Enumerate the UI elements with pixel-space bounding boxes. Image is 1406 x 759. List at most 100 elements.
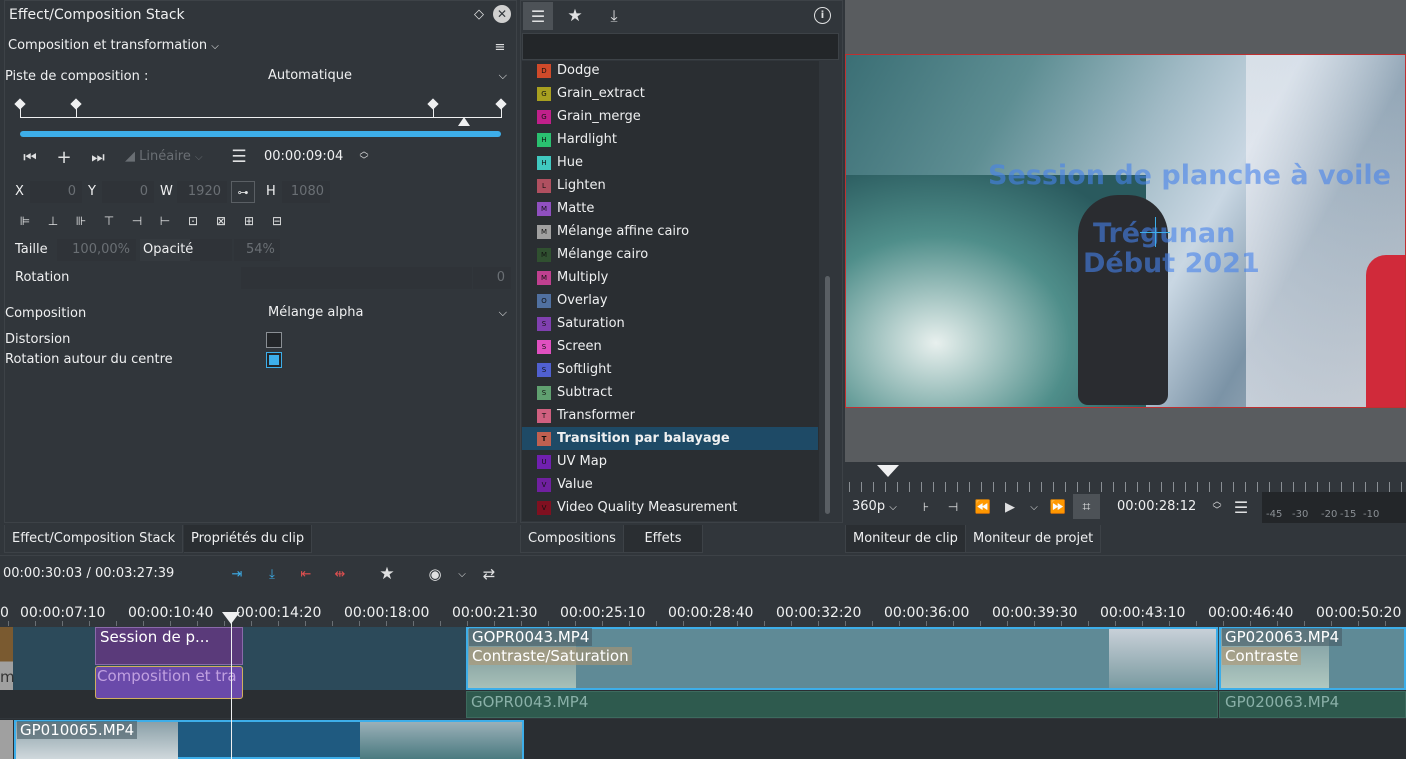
composition-list-item[interactable]: L Lighten: [522, 174, 818, 197]
list-view-icon[interactable]: ☰: [523, 2, 553, 30]
composition-badge-icon: T: [537, 432, 551, 446]
download-icon[interactable]: ⤓: [602, 4, 626, 28]
link-icon[interactable]: ⊶: [231, 181, 255, 203]
composition-list-item[interactable]: S Subtract: [522, 381, 818, 404]
add-keyframe-icon[interactable]: +: [54, 147, 74, 168]
align-top-icon[interactable]: ⊤: [101, 213, 117, 229]
close-panel-icon[interactable]: ✕: [493, 5, 511, 23]
menu-icon[interactable]: ☰: [229, 147, 249, 167]
composition-list-item[interactable]: O Overlay: [522, 289, 818, 312]
composition-list-item[interactable]: M Matte: [522, 197, 818, 220]
composition-list-item[interactable]: V Value: [522, 473, 818, 496]
composition-list-item[interactable]: H Hue: [522, 151, 818, 174]
fit-height-icon[interactable]: ⊞: [241, 213, 257, 229]
composition-list-item[interactable]: M Mélange cairo: [522, 243, 818, 266]
tab-clip-properties[interactable]: Propriétés du clip: [184, 525, 313, 553]
rotation-slider[interactable]: [241, 267, 472, 289]
rewind-icon[interactable]: ⏪: [972, 497, 994, 517]
overwrite-icon[interactable]: ⤓: [261, 565, 283, 583]
composition-list-item[interactable]: D Dodge: [522, 61, 818, 82]
record-icon[interactable]: ◉: [424, 564, 446, 584]
size-field[interactable]: 100,00%: [57, 239, 136, 261]
play-icon[interactable]: ▶: [1000, 497, 1020, 517]
composition-badge-icon: H: [537, 133, 551, 147]
rotation-field[interactable]: 0: [473, 267, 511, 289]
insert-icon[interactable]: ⇥: [226, 565, 248, 583]
align-right-icon[interactable]: ⊪: [73, 213, 89, 229]
record-options-chevron-icon[interactable]: ⌵: [454, 564, 470, 584]
monitor-menu-icon[interactable]: ☰: [1231, 497, 1251, 517]
align-hcenter-icon[interactable]: ⊥: [45, 213, 61, 229]
next-keyframe-icon[interactable]: ⏭: [86, 147, 110, 167]
tab-project-monitor[interactable]: Moniteur de projet: [966, 525, 1102, 553]
monitor-ruler-tick: [897, 482, 898, 492]
fit-width-icon[interactable]: ⊠: [213, 213, 229, 229]
monitor-ruler-tick: [1353, 482, 1354, 492]
crop-icon[interactable]: ⌗: [1073, 494, 1100, 519]
float-panel-icon[interactable]: ◇: [470, 5, 488, 23]
opacity-field[interactable]: 54%: [234, 239, 280, 261]
monitor-timecode[interactable]: 00:00:28:12: [1117, 499, 1196, 514]
composition-list-item[interactable]: V Video Quality Measurement: [522, 496, 818, 519]
effect-section-title[interactable]: Composition et transformation ⌵: [8, 38, 219, 53]
ruler-tick: [116, 621, 117, 626]
lift-icon[interactable]: ⇤: [295, 565, 317, 583]
distortion-checkbox[interactable]: [266, 332, 282, 348]
w-label: W: [160, 184, 173, 199]
set-zone-out-icon[interactable]: ⊣: [943, 497, 963, 517]
fit-frame-icon[interactable]: ⊡: [185, 213, 201, 229]
keyframe-timecode[interactable]: 00:00:09:04: [264, 149, 343, 164]
composition-list-item[interactable]: U UV Map: [522, 450, 818, 473]
keyframe-progress-bar[interactable]: [20, 131, 501, 137]
composition-list-item[interactable]: H Hardlight: [522, 128, 818, 151]
favorites-star-icon[interactable]: ★: [563, 4, 587, 28]
align-bottom-icon[interactable]: ⊢: [157, 213, 173, 229]
set-zone-in-icon[interactable]: ⊦: [916, 497, 936, 517]
composition-list-item[interactable]: T Transformer: [522, 404, 818, 427]
resolution-select[interactable]: 360p ⌵: [852, 499, 897, 514]
tab-effect-stack[interactable]: Effect/Composition Stack: [4, 525, 184, 553]
composition-list-item[interactable]: S Saturation: [522, 312, 818, 335]
timeline-playhead[interactable]: [222, 612, 240, 624]
composition-list-item[interactable]: G Grain_merge: [522, 105, 818, 128]
timecode-spin-icon[interactable]: ︿ ﹀: [357, 147, 371, 167]
w-field[interactable]: 1920: [177, 181, 227, 203]
composition-list-item[interactable]: S Screen: [522, 335, 818, 358]
play-options-chevron-icon[interactable]: ⌵: [1026, 497, 1042, 517]
tab-effects[interactable]: Effets: [623, 525, 703, 553]
composition-track-select[interactable]: Automatique ⌵: [262, 65, 513, 89]
extract-icon[interactable]: ⇹: [329, 565, 351, 583]
forward-icon[interactable]: ⏩: [1047, 497, 1069, 517]
interpolation-select[interactable]: ◢ Linéaire ⌵: [125, 149, 203, 164]
composition-list-item[interactable]: M Multiply: [522, 266, 818, 289]
timeline-favorite-icon[interactable]: ★: [376, 564, 398, 584]
previous-keyframe-icon[interactable]: ⏮: [18, 147, 42, 167]
tab-clip-monitor[interactable]: Moniteur de clip: [845, 525, 966, 553]
y-field[interactable]: 0: [102, 181, 154, 203]
rotate-center-checkbox[interactable]: [266, 352, 282, 368]
align-vcenter-icon[interactable]: ⊣: [129, 213, 145, 229]
compositions-search-input[interactable]: [522, 33, 839, 60]
ruler-tick: [8, 621, 9, 626]
composition-list-item[interactable]: M Mélange affine cairo: [522, 220, 818, 243]
monitor-timecode-spin-icon[interactable]: ︿ ﹀: [1210, 497, 1224, 517]
info-icon[interactable]: i: [814, 7, 831, 24]
composition-select[interactable]: Mélange alpha ⌵: [262, 302, 513, 326]
keyframe-playhead[interactable]: [458, 117, 470, 126]
h-field[interactable]: 1080: [282, 181, 330, 203]
composition-list-item[interactable]: S Softlight: [522, 358, 818, 381]
reset-size-icon[interactable]: ⊟: [269, 213, 285, 229]
monitor-playhead[interactable]: [877, 465, 899, 477]
effect-settings-icon[interactable]: ≡: [491, 38, 509, 56]
monitor-ruler-tick: [1221, 482, 1222, 492]
composition-list-item[interactable]: G Grain_extract: [522, 82, 818, 105]
list-scrollbar[interactable]: [825, 276, 830, 514]
x-field[interactable]: 0: [30, 181, 82, 203]
composition-list-item[interactable]: T Transition par balayage: [522, 427, 818, 450]
stub-clip-lower[interactable]: [0, 720, 13, 759]
timeline-settings-icon[interactable]: ⇄: [478, 564, 500, 584]
align-left-icon[interactable]: ⊫: [17, 213, 33, 229]
tab-compositions[interactable]: Compositions: [520, 525, 624, 553]
composition-value: Mélange alpha: [268, 305, 364, 320]
composition-list-label: Video Quality Measurement: [557, 500, 738, 515]
